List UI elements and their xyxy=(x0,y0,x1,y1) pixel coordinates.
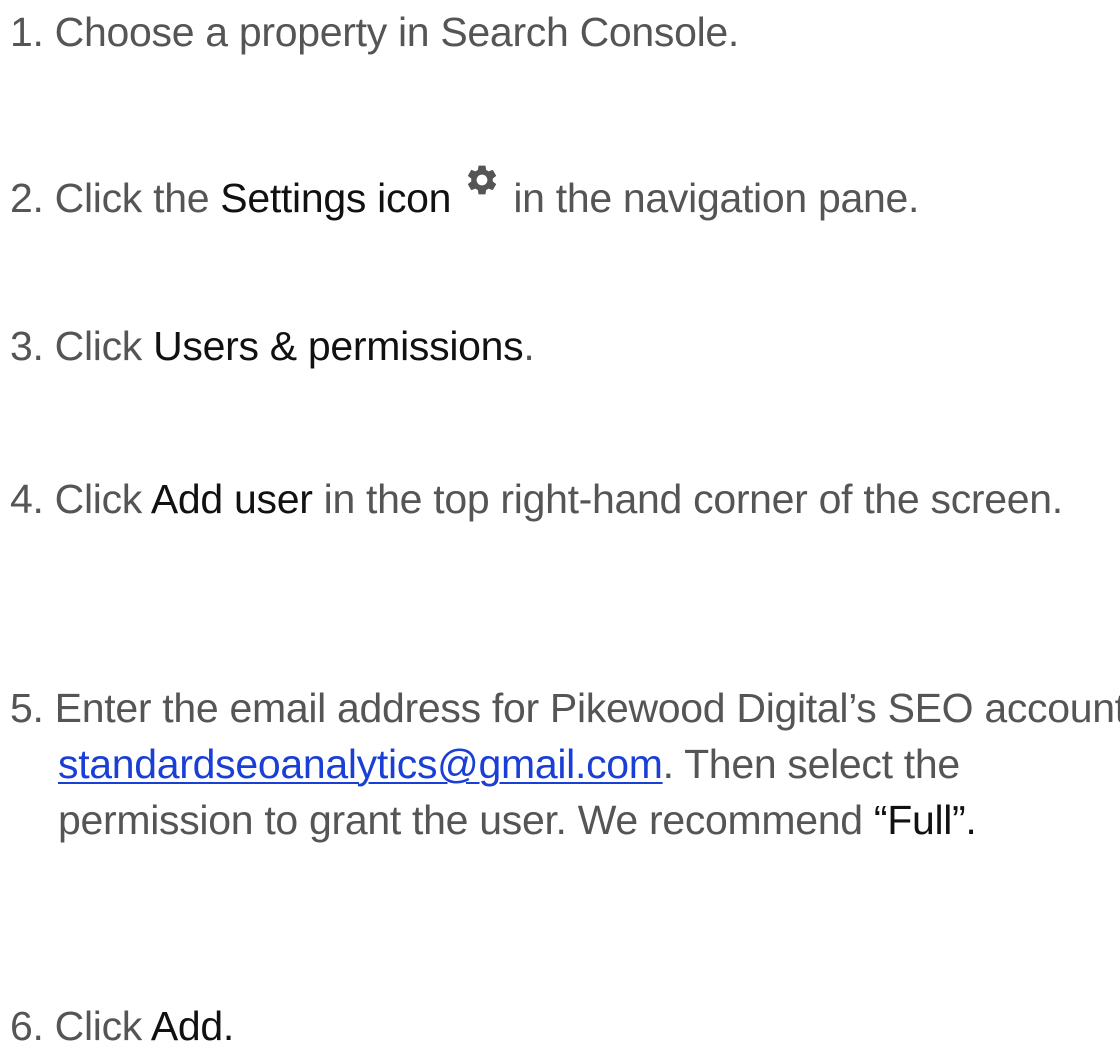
step-5: 5. Enter the email address for Pikewood … xyxy=(10,680,1120,848)
step-text: Click xyxy=(43,476,151,522)
step-6: 6. Click Add. xyxy=(10,998,1116,1054)
step-number: 5. xyxy=(10,685,44,731)
step-2: 2. Click the Settings icon in the naviga… xyxy=(10,162,1116,226)
add-label: Add. xyxy=(150,1003,234,1049)
step-3: 3. Click Users & permissions. xyxy=(10,318,1116,374)
step-number: 6. xyxy=(10,1003,44,1049)
email-link[interactable]: standardseoanalytics@gmail.com xyxy=(58,741,663,787)
step-number: 2. xyxy=(10,175,44,221)
step-number: 4. xyxy=(10,476,44,522)
step-text: Click the xyxy=(43,175,221,221)
step-text: in the top right-hand corner of the scre… xyxy=(312,476,1064,522)
step-text: . xyxy=(523,323,535,369)
gear-icon xyxy=(464,162,500,198)
step-text: in the navigation pane. xyxy=(502,175,920,221)
step-4: 4. Click Add user in the top right-hand … xyxy=(10,471,1120,527)
step-1: 1. Choose a property in Search Console. xyxy=(10,4,1116,60)
users-permissions-label: Users & permissions xyxy=(153,323,524,369)
add-user-label: Add user xyxy=(150,476,313,522)
step-text: Enter the email address for Pikewood Dig… xyxy=(43,685,1120,731)
step-number: 3. xyxy=(10,323,44,369)
step-text: Click xyxy=(43,323,154,369)
full-permission-label: “Full”. xyxy=(873,797,977,843)
settings-icon-label: Settings icon xyxy=(220,175,452,221)
step-text: Click xyxy=(43,1003,151,1049)
step-number: 1. xyxy=(10,9,44,55)
step-text: Choose a property in Search Console. xyxy=(43,9,740,55)
